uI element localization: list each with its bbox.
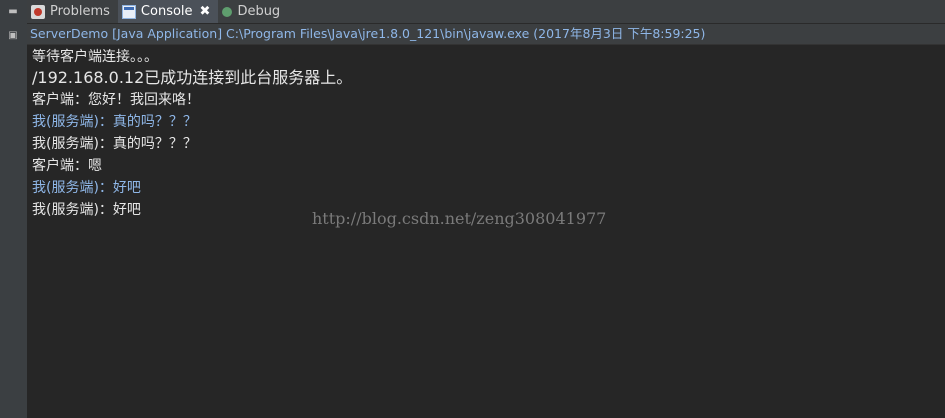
console-line: 我(服务端)：好吧: [32, 202, 141, 218]
debug-icon: [222, 6, 233, 17]
restore-icon[interactable]: ▣: [7, 30, 19, 42]
tab-problems[interactable]: Problems: [27, 0, 118, 23]
watermark: http://blog.csdn.net/zeng308041977: [312, 209, 607, 228]
console-line: 客户端：嗯: [32, 158, 102, 174]
console-input-line: 我(服务端)：好吧: [32, 180, 141, 196]
console-input-line: 我(服务端)：真的吗？？？: [32, 114, 197, 130]
console-line: /192.168.0.12已成功连接到此台服务器上。: [32, 68, 353, 87]
tab-debug-label: Debug: [237, 4, 281, 19]
console-icon: [121, 4, 136, 19]
problems-icon: [31, 4, 45, 19]
console-line: 客户端：您好！我回来咯！: [32, 92, 200, 108]
process-info-line: ServerDemo [Java Application] C:\Program…: [27, 24, 945, 45]
minimize-icon[interactable]: ▬: [7, 6, 19, 18]
tab-debug[interactable]: Debug: [218, 0, 288, 23]
console-line: 等待客户端连接。。。: [32, 49, 158, 65]
side-toolbar: ▬ ▣: [0, 0, 28, 418]
console-line: 我(服务端)：真的吗？？？: [32, 136, 197, 152]
tab-console-label: Console: [140, 4, 193, 19]
tab-console[interactable]: Console ✖: [117, 0, 219, 23]
close-icon[interactable]: ✖: [200, 4, 211, 19]
console-output[interactable]: 等待客户端连接。。。 /192.168.0.12已成功连接到此台服务器上。 客户…: [27, 45, 945, 418]
tab-problems-label: Problems: [50, 4, 110, 19]
view-tab-bar: Problems Console ✖ Debug: [27, 0, 945, 24]
